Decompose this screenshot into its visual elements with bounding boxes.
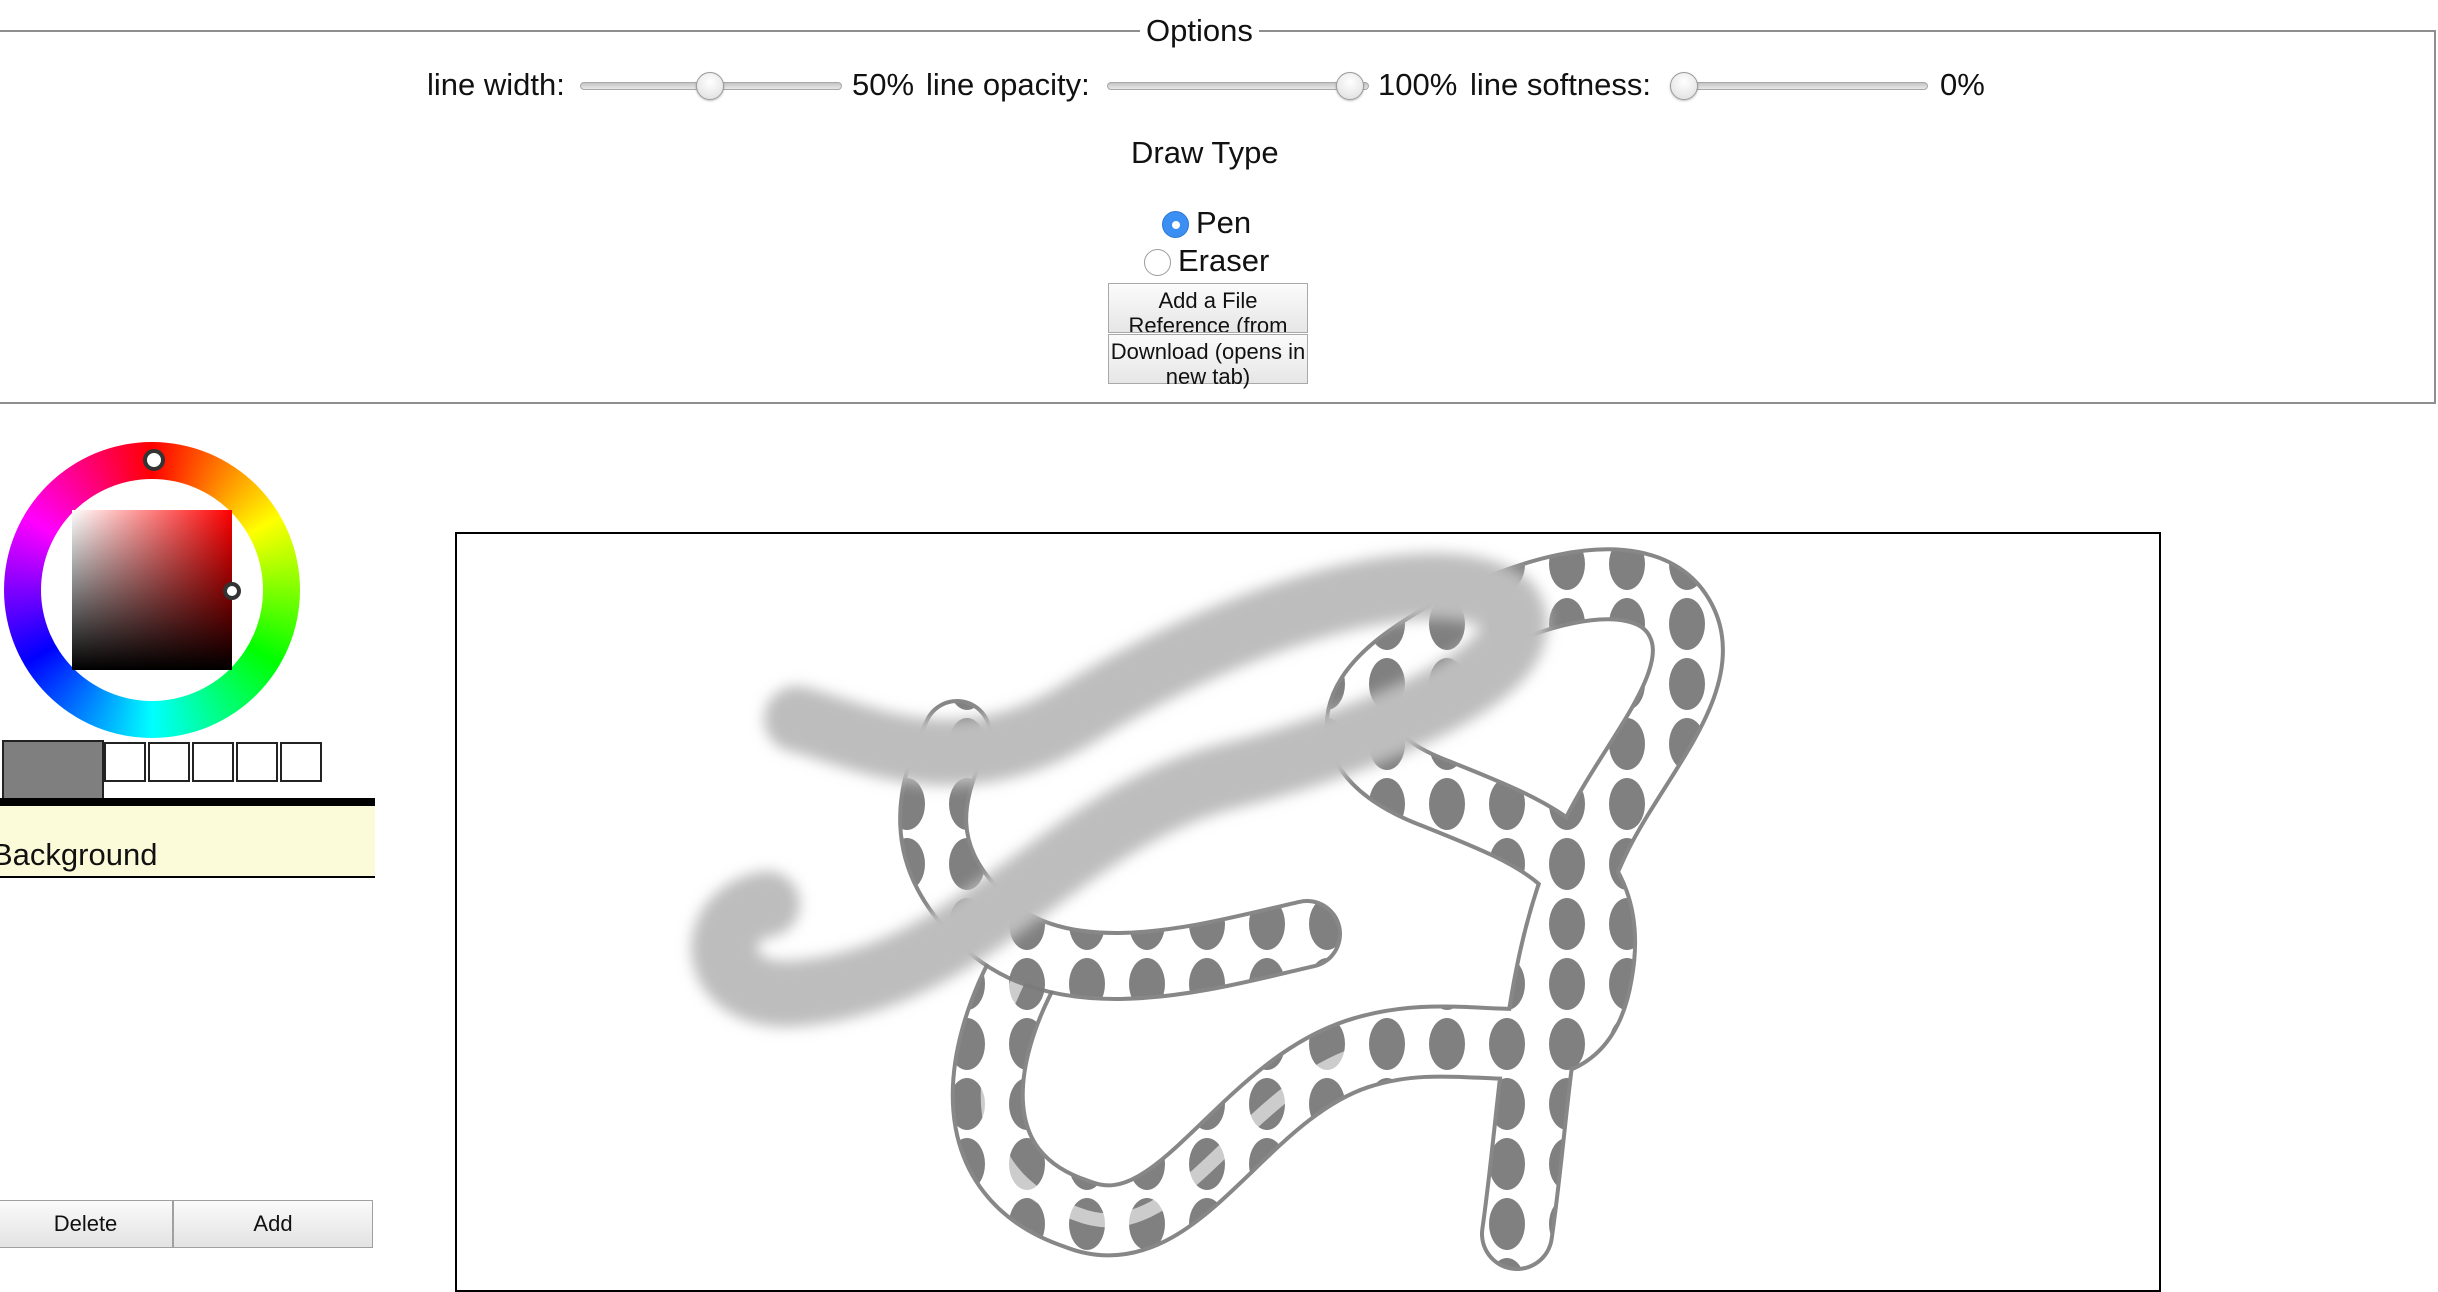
line-softness-value: 0% [1940,67,1985,102]
current-color-swatch[interactable] [2,740,104,802]
line-opacity-track [1107,82,1369,90]
download-button[interactable]: Download (opens in new tab) [1108,334,1308,389]
add-file-reference-button[interactable]: Add a File Reference (from [1108,283,1308,333]
line-softness-track [1670,82,1928,90]
pen-radio[interactable] [1162,211,1189,238]
line-opacity-value: 100% [1378,67,1458,102]
line-opacity-label: line opacity: [926,67,1090,102]
pen-label: Pen [1196,205,1252,240]
line-width-label: line width: [427,67,565,102]
line-opacity-slider[interactable] [1107,70,1369,102]
line-width-thumb[interactable] [696,72,724,100]
line-opacity-thumb[interactable] [1336,72,1364,100]
color-swatch-slot[interactable] [192,742,234,782]
layer-name: Background [0,837,158,872]
draw-type-heading: Draw Type [1131,135,1279,170]
color-swatch-slot[interactable] [148,742,190,782]
color-swatch-slot[interactable] [104,742,146,782]
drawing-canvas[interactable] [455,532,2161,1292]
add-layer-button[interactable]: Add [173,1200,373,1248]
canvas-artwork [691,547,1725,1271]
eraser-radio[interactable] [1144,249,1171,276]
line-softness-label: line softness: [1470,67,1651,102]
hue-handle[interactable] [143,449,165,471]
line-width-value: 50% [852,67,915,102]
line-width-slider[interactable] [580,70,842,102]
delete-layer-button[interactable]: Delete [0,1200,173,1248]
layers-divider [0,798,375,806]
line-softness-slider[interactable] [1670,70,1928,102]
eraser-option[interactable]: Eraser [1144,243,1304,280]
eraser-label: Eraser [1178,243,1270,278]
saturation-value-square[interactable] [72,510,232,670]
color-swatch-slot[interactable] [280,742,322,782]
color-swatch-slot[interactable] [236,742,278,782]
options-legend: Options [1140,11,1259,51]
pen-option[interactable]: Pen [1162,205,1282,242]
saturation-value-handle[interactable] [223,582,241,600]
line-softness-thumb[interactable] [1670,72,1698,100]
